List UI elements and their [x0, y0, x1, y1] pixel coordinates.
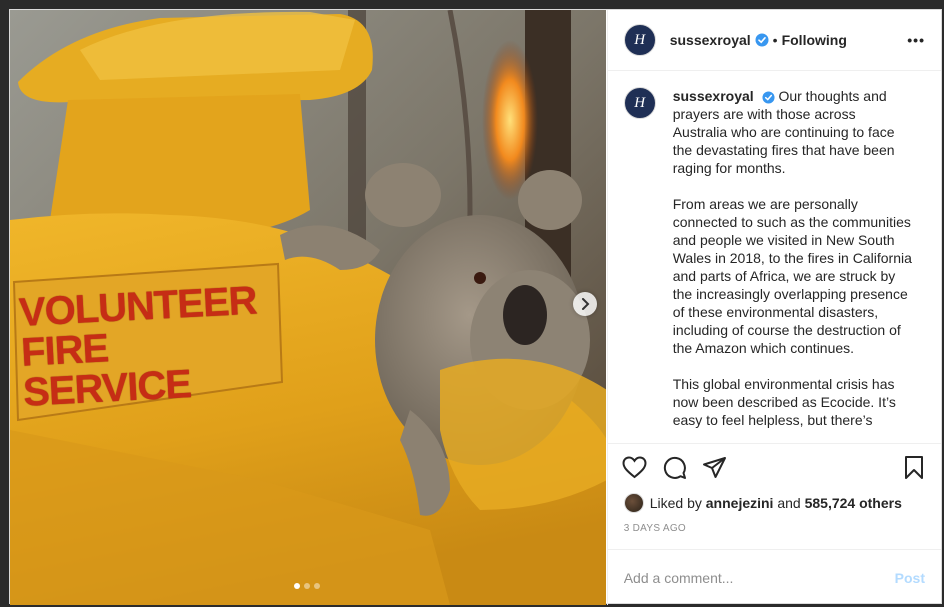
bookmark-icon	[905, 456, 923, 479]
comment-button[interactable]	[662, 455, 688, 481]
caption-paragraph-1: sussexroyal Our thoughts and prayers are…	[673, 87, 913, 177]
heart-icon	[622, 456, 647, 479]
post-header: H sussexroyal • Following •••	[607, 10, 941, 71]
share-icon	[703, 457, 727, 478]
monogram-icon: H	[634, 31, 646, 48]
patch-text: VOLUNTEER FIRE SERVICE	[18, 279, 289, 415]
post-comment-button[interactable]: Post	[895, 570, 925, 586]
verified-badge-icon	[755, 33, 769, 47]
carousel-dot-active[interactable]	[294, 583, 300, 589]
more-options-icon[interactable]: •••	[907, 32, 925, 48]
likes-row: Liked by annejezini and 585,724 others	[608, 491, 941, 515]
comment-form: Post	[607, 549, 941, 605]
following-button[interactable]: Following	[782, 32, 847, 48]
caption-area[interactable]: H sussexroyal Our thoughts and prayers a…	[608, 71, 941, 443]
carousel-dots	[294, 583, 320, 589]
caption-avatar[interactable]: H	[623, 87, 656, 119]
caption-paragraph-3: This global environmental crisis has now…	[672, 376, 896, 428]
header-username[interactable]: sussexroyal	[670, 32, 751, 48]
share-button[interactable]	[702, 455, 728, 481]
save-button[interactable]	[901, 455, 927, 481]
likes-count[interactable]: 585,724 others	[805, 495, 902, 511]
header-separator: •	[772, 32, 778, 48]
carousel-next-button[interactable]	[573, 292, 597, 316]
comment-icon	[664, 456, 687, 479]
caption-text: sussexroyal Our thoughts and prayers are…	[673, 87, 913, 443]
comment-input[interactable]	[623, 569, 895, 586]
carousel-dot[interactable]	[314, 583, 320, 589]
post-side-panel: H sussexroyal • Following ••• H sussexro…	[606, 10, 941, 605]
monogram-icon: H	[634, 94, 646, 111]
caption-username[interactable]: sussexroyal	[673, 88, 754, 104]
chevron-right-icon	[582, 298, 590, 310]
like-button[interactable]	[622, 455, 648, 481]
likes-prefix: Liked by	[649, 495, 702, 511]
post-modal: VOLUNTEER FIRE SERVICE H sussexroyal • F…	[9, 9, 942, 605]
post-media[interactable]: VOLUNTEER FIRE SERVICE	[10, 10, 606, 605]
likes-and: and	[777, 495, 801, 511]
caption-row: H sussexroyal Our thoughts and prayers a…	[623, 87, 925, 443]
action-bar	[607, 443, 941, 491]
avatar[interactable]: H	[623, 24, 656, 56]
patch-line-2: FIRE SERVICE	[19, 326, 193, 415]
carousel-dot[interactable]	[304, 583, 310, 589]
liker-avatar[interactable]	[623, 493, 644, 513]
liker-username[interactable]: annejezini	[706, 495, 774, 511]
post-timestamp[interactable]: 3 DAYS AGO	[608, 515, 941, 549]
caption-paragraph-2: From areas we are personally connected t…	[672, 196, 912, 356]
verified-badge-icon	[762, 91, 775, 104]
